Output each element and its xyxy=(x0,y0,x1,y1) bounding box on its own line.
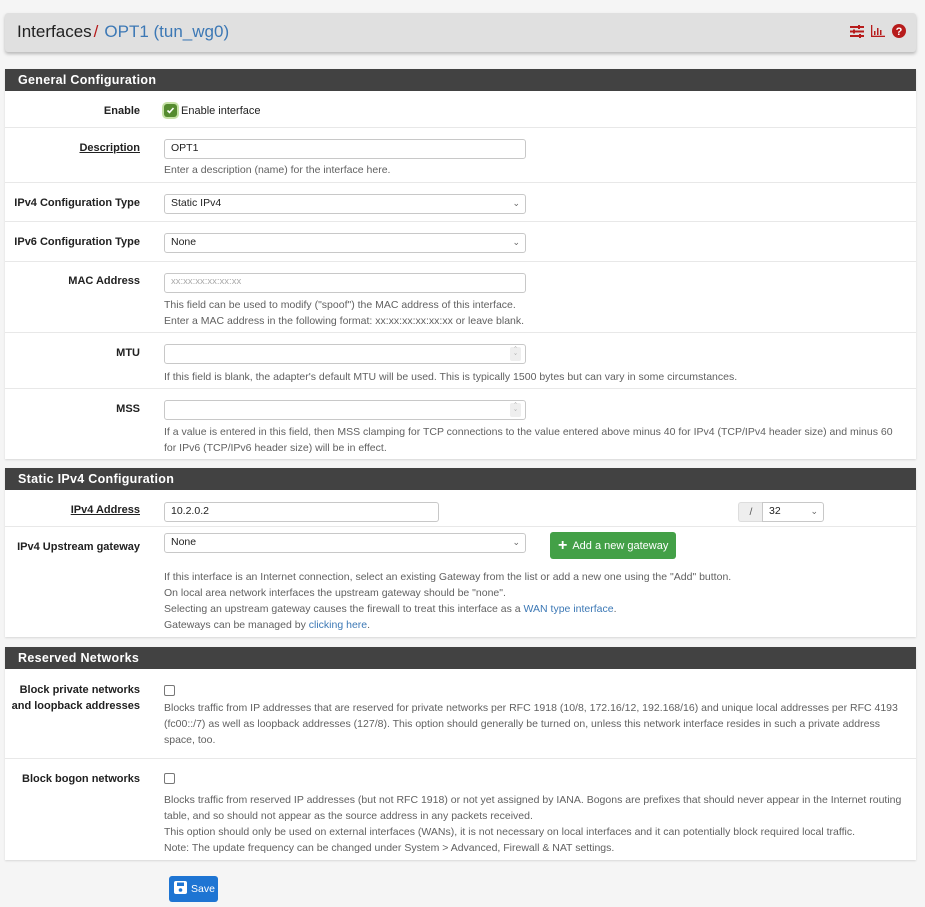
save-button[interactable]: Save xyxy=(169,876,218,902)
block-private-row: Block private networks and loopback addr… xyxy=(5,669,916,758)
mss-input[interactable]: ˆˇ xyxy=(164,400,526,420)
description-help: Enter a description (name) for the inter… xyxy=(164,164,391,176)
ipv4-address-input[interactable]: 10.2.0.2 xyxy=(164,502,439,522)
block-bogon-row: Block bogon networks Blocks traffic from… xyxy=(5,758,916,860)
ipv4-gateway-select[interactable]: None ⌄ xyxy=(164,533,526,553)
ipv4-type-label: IPv4 Configuration Type xyxy=(14,197,140,209)
ipv6-type-label: IPv6 Configuration Type xyxy=(14,236,140,248)
gateway-help-3: Selecting an upstream gateway causes the… xyxy=(164,601,731,617)
mac-help-1: This field can be used to modify ("spoof… xyxy=(164,299,516,311)
cidr-value: 32 xyxy=(769,505,781,517)
sliders-icon[interactable] xyxy=(850,24,864,38)
panel-title: Reserved Networks xyxy=(5,647,916,669)
cidr-select[interactable]: 32 ⌄ xyxy=(762,502,824,522)
breadcrumb-current[interactable]: OPT1 (tun_wg0) xyxy=(104,22,229,41)
mac-label: MAC Address xyxy=(68,275,140,287)
enable-checkbox-label[interactable]: Enable interface xyxy=(181,105,261,117)
mss-help: If a value is entered in this field, the… xyxy=(164,426,893,454)
gateway-help-4-suffix: . xyxy=(367,619,371,631)
block-bogon-checkbox[interactable] xyxy=(164,773,175,784)
description-input[interactable]: OPT1 xyxy=(164,139,526,159)
panel-title: Static IPv4 Configuration xyxy=(5,468,916,490)
page-header: Interfaces / OPT1 (tun_wg0) ? xyxy=(5,13,916,52)
ipv4-gateway-value: None xyxy=(171,536,197,548)
save-label: Save xyxy=(191,883,215,895)
mtu-label: MTU xyxy=(116,347,140,359)
ipv4-type-row: IPv4 Configuration Type Static IPv4 ⌄ xyxy=(5,182,916,221)
mac-help-2: Enter a MAC address in the following for… xyxy=(164,315,525,327)
block-bogon-help-3: Note: The update frequency can be change… xyxy=(164,842,615,854)
mtu-input[interactable]: ˆˇ xyxy=(164,344,526,364)
gateway-help-1: If this interface is an Internet connect… xyxy=(164,571,732,583)
add-gateway-button[interactable]: + Add a new gateway xyxy=(550,532,677,559)
mac-row: MAC Address xx:xx:xx:xx:xx:xx This field… xyxy=(5,261,916,332)
breadcrumb-separator: / xyxy=(93,22,99,41)
block-private-label-2: and loopback addresses xyxy=(11,700,140,712)
breadcrumb: Interfaces / OPT1 (tun_wg0) xyxy=(17,22,229,42)
ipv6-type-select[interactable]: None ⌄ xyxy=(164,233,526,253)
enable-row: Enable Enable interface xyxy=(5,91,916,127)
static-ipv4-panel: Static IPv4 Configuration IPv4 Address 1… xyxy=(5,468,916,637)
wan-type-interface-link[interactable]: WAN type interface xyxy=(524,603,614,615)
add-gateway-label: Add a new gateway xyxy=(572,539,669,552)
mss-label: MSS xyxy=(116,403,140,415)
block-private-checkbox[interactable] xyxy=(164,685,175,696)
gateway-help-3-suffix: . xyxy=(613,603,617,615)
block-private-help: Blocks traffic from IP addresses that ar… xyxy=(164,702,898,746)
chevron-down-icon: ⌄ xyxy=(512,537,520,547)
cidr-slash: / xyxy=(738,502,763,522)
mtu-row: MTU ˆˇ If this field is blank, the adapt… xyxy=(5,332,916,388)
block-private-label: Block private networks and loopback addr… xyxy=(12,682,140,714)
block-bogon-help-1: Blocks traffic from reserved IP addresse… xyxy=(164,794,902,822)
gateway-help-2: On local area network interfaces the ups… xyxy=(164,587,506,599)
gateway-help-4-text: Gateways can be managed by xyxy=(164,619,309,631)
chevron-down-icon: ⌄ xyxy=(512,237,520,247)
ipv4-address-label: IPv4 Address xyxy=(70,504,140,516)
mss-row: MSS ˆˇ If a value is entered in this fie… xyxy=(5,388,916,459)
bar-chart-icon[interactable] xyxy=(871,25,885,37)
reserved-networks-panel: Reserved Networks Block private networks… xyxy=(5,647,916,860)
ipv4-type-select[interactable]: Static IPv4 ⌄ xyxy=(164,194,526,214)
ipv4-address-row: IPv4 Address 10.2.0.2 / 32 ⌄ xyxy=(5,490,916,526)
panel-title: General Configuration xyxy=(5,69,916,91)
ipv6-type-row: IPv6 Configuration Type None ⌄ xyxy=(5,221,916,261)
floppy-disk-icon xyxy=(174,881,187,897)
spinner-icon[interactable]: ˆˇ xyxy=(510,347,521,361)
ipv4-gateway-label: IPv4 Upstream gateway xyxy=(17,541,140,553)
enable-label: Enable xyxy=(103,105,140,117)
description-row: Description OPT1 Enter a description (na… xyxy=(5,127,916,182)
enable-checkbox[interactable] xyxy=(164,104,177,117)
gateway-help-3-text: Selecting an upstream gateway causes the… xyxy=(164,603,524,615)
chevron-down-icon: ⌄ xyxy=(512,198,520,208)
description-label: Description xyxy=(79,142,140,154)
ipv6-type-value: None xyxy=(171,236,197,248)
block-bogon-label: Block bogon networks xyxy=(22,773,140,785)
plus-icon: + xyxy=(558,536,568,554)
block-private-label-1: Block private networks xyxy=(19,684,140,696)
clicking-here-link[interactable]: clicking here xyxy=(309,619,367,631)
breadcrumb-root[interactable]: Interfaces xyxy=(17,22,92,41)
ipv4-type-value: Static IPv4 xyxy=(171,197,222,209)
svg-text:?: ? xyxy=(896,26,903,38)
ipv4-gateway-row: IPv4 Upstream gateway None ⌄ + Add a new… xyxy=(5,526,916,637)
gateway-help-4: Gateways can be managed by clicking here… xyxy=(164,617,731,633)
mac-input[interactable]: xx:xx:xx:xx:xx:xx xyxy=(164,273,526,293)
chevron-down-icon: ⌄ xyxy=(810,506,818,516)
help-icon[interactable]: ? xyxy=(892,24,906,38)
block-bogon-help-2: This option should only be used on exter… xyxy=(164,826,856,838)
spinner-icon[interactable]: ˆˇ xyxy=(510,403,521,417)
general-configuration-panel: General Configuration Enable Enable inte… xyxy=(5,69,916,459)
mtu-help: If this field is blank, the adapter's de… xyxy=(164,371,738,383)
